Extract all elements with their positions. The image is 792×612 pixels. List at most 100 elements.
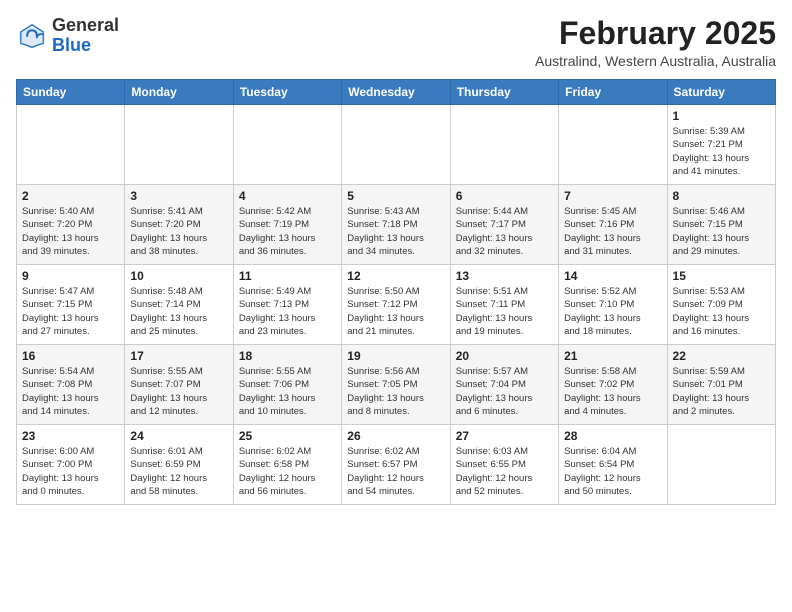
day-info: Sunrise: 5:43 AM Sunset: 7:18 PM Dayligh… bbox=[347, 205, 444, 258]
day-info: Sunrise: 5:57 AM Sunset: 7:04 PM Dayligh… bbox=[456, 365, 553, 418]
title-block: February 2025 Australind, Western Austra… bbox=[535, 16, 776, 69]
weekday-header-tuesday: Tuesday bbox=[233, 80, 341, 105]
day-cell: 26 Sunrise: 6:02 AM Sunset: 6:57 PM Dayli… bbox=[342, 425, 450, 505]
day-number: 1 bbox=[673, 109, 770, 123]
day-number: 2 bbox=[22, 189, 119, 203]
day-number: 11 bbox=[239, 269, 336, 283]
day-cell: 28 Sunrise: 6:04 AM Sunset: 6:54 PM Dayli… bbox=[559, 425, 667, 505]
week-row-5: 23 Sunrise: 6:00 AM Sunset: 7:00 PM Dayli… bbox=[17, 425, 776, 505]
day-number: 7 bbox=[564, 189, 661, 203]
day-cell: 22Sunrise: 5:59 AM Sunset: 7:01 PM Dayli… bbox=[667, 345, 775, 425]
day-info: Sunrise: 5:55 AM Sunset: 7:06 PM Dayligh… bbox=[239, 365, 336, 418]
day-cell: 11 Sunrise: 5:49 AM Sunset: 7:13 PM Dayli… bbox=[233, 265, 341, 345]
day-info: Sunrise: 5:44 AM Sunset: 7:17 PM Dayligh… bbox=[456, 205, 553, 258]
day-cell: 13 Sunrise: 5:51 AM Sunset: 7:11 PM Dayli… bbox=[450, 265, 558, 345]
day-cell bbox=[17, 105, 125, 185]
page: General Blue February 2025 Australind, W… bbox=[0, 0, 792, 513]
day-cell: 15Sunrise: 5:53 AM Sunset: 7:09 PM Dayli… bbox=[667, 265, 775, 345]
weekday-header-thursday: Thursday bbox=[450, 80, 558, 105]
day-info: Sunrise: 5:53 AM Sunset: 7:09 PM Dayligh… bbox=[673, 285, 770, 338]
day-number: 27 bbox=[456, 429, 553, 443]
day-cell: 5 Sunrise: 5:43 AM Sunset: 7:18 PM Daylig… bbox=[342, 185, 450, 265]
day-info: Sunrise: 5:55 AM Sunset: 7:07 PM Dayligh… bbox=[130, 365, 227, 418]
day-number: 18 bbox=[239, 349, 336, 363]
day-cell: 7 Sunrise: 5:45 AM Sunset: 7:16 PM Daylig… bbox=[559, 185, 667, 265]
day-info: Sunrise: 6:02 AM Sunset: 6:57 PM Dayligh… bbox=[347, 445, 444, 498]
day-number: 28 bbox=[564, 429, 661, 443]
week-row-4: 16Sunrise: 5:54 AM Sunset: 7:08 PM Dayli… bbox=[17, 345, 776, 425]
day-number: 20 bbox=[456, 349, 553, 363]
day-number: 6 bbox=[456, 189, 553, 203]
day-number: 26 bbox=[347, 429, 444, 443]
weekday-header-friday: Friday bbox=[559, 80, 667, 105]
day-cell bbox=[342, 105, 450, 185]
day-info: Sunrise: 5:42 AM Sunset: 7:19 PM Dayligh… bbox=[239, 205, 336, 258]
day-number: 17 bbox=[130, 349, 227, 363]
day-cell bbox=[233, 105, 341, 185]
weekday-header-saturday: Saturday bbox=[667, 80, 775, 105]
day-cell: 2 Sunrise: 5:40 AM Sunset: 7:20 PM Daylig… bbox=[17, 185, 125, 265]
day-info: Sunrise: 5:39 AM Sunset: 7:21 PM Dayligh… bbox=[673, 125, 770, 178]
day-number: 8 bbox=[673, 189, 770, 203]
logo-icon bbox=[16, 20, 48, 52]
day-cell: 9Sunrise: 5:47 AM Sunset: 7:15 PM Daylig… bbox=[17, 265, 125, 345]
day-info: Sunrise: 5:47 AM Sunset: 7:15 PM Dayligh… bbox=[22, 285, 119, 338]
logo: General Blue bbox=[16, 16, 119, 56]
day-number: 25 bbox=[239, 429, 336, 443]
day-cell: 23 Sunrise: 6:00 AM Sunset: 7:00 PM Dayli… bbox=[17, 425, 125, 505]
day-info: Sunrise: 6:01 AM Sunset: 6:59 PM Dayligh… bbox=[130, 445, 227, 498]
day-info: Sunrise: 5:40 AM Sunset: 7:20 PM Dayligh… bbox=[22, 205, 119, 258]
weekday-header-monday: Monday bbox=[125, 80, 233, 105]
day-cell bbox=[450, 105, 558, 185]
header: General Blue February 2025 Australind, W… bbox=[16, 16, 776, 69]
day-cell bbox=[125, 105, 233, 185]
day-cell: 10Sunrise: 5:48 AM Sunset: 7:14 PM Dayli… bbox=[125, 265, 233, 345]
location: Australind, Western Australia, Australia bbox=[535, 53, 776, 69]
day-number: 3 bbox=[130, 189, 227, 203]
day-cell: 6 Sunrise: 5:44 AM Sunset: 7:17 PM Daylig… bbox=[450, 185, 558, 265]
day-cell: 12 Sunrise: 5:50 AM Sunset: 7:12 PM Dayli… bbox=[342, 265, 450, 345]
day-cell: 17 Sunrise: 5:55 AM Sunset: 7:07 PM Dayli… bbox=[125, 345, 233, 425]
day-number: 19 bbox=[347, 349, 444, 363]
day-cell: 19 Sunrise: 5:56 AM Sunset: 7:05 PM Dayli… bbox=[342, 345, 450, 425]
day-cell: 1 Sunrise: 5:39 AM Sunset: 7:21 PM Daylig… bbox=[667, 105, 775, 185]
day-info: Sunrise: 6:04 AM Sunset: 6:54 PM Dayligh… bbox=[564, 445, 661, 498]
day-info: Sunrise: 5:58 AM Sunset: 7:02 PM Dayligh… bbox=[564, 365, 661, 418]
day-info: Sunrise: 5:51 AM Sunset: 7:11 PM Dayligh… bbox=[456, 285, 553, 338]
calendar: SundayMondayTuesdayWednesdayThursdayFrid… bbox=[16, 79, 776, 505]
day-cell: 3 Sunrise: 5:41 AM Sunset: 7:20 PM Daylig… bbox=[125, 185, 233, 265]
day-info: Sunrise: 5:50 AM Sunset: 7:12 PM Dayligh… bbox=[347, 285, 444, 338]
day-cell bbox=[667, 425, 775, 505]
logo-blue: Blue bbox=[52, 36, 119, 56]
day-info: Sunrise: 6:03 AM Sunset: 6:55 PM Dayligh… bbox=[456, 445, 553, 498]
day-cell: 14 Sunrise: 5:52 AM Sunset: 7:10 PM Dayli… bbox=[559, 265, 667, 345]
day-info: Sunrise: 5:56 AM Sunset: 7:05 PM Dayligh… bbox=[347, 365, 444, 418]
day-cell: 16Sunrise: 5:54 AM Sunset: 7:08 PM Dayli… bbox=[17, 345, 125, 425]
day-number: 13 bbox=[456, 269, 553, 283]
day-cell: 18 Sunrise: 5:55 AM Sunset: 7:06 PM Dayli… bbox=[233, 345, 341, 425]
day-cell: 21Sunrise: 5:58 AM Sunset: 7:02 PM Dayli… bbox=[559, 345, 667, 425]
day-info: Sunrise: 5:49 AM Sunset: 7:13 PM Dayligh… bbox=[239, 285, 336, 338]
day-info: Sunrise: 5:46 AM Sunset: 7:15 PM Dayligh… bbox=[673, 205, 770, 258]
weekday-header-row: SundayMondayTuesdayWednesdayThursdayFrid… bbox=[17, 80, 776, 105]
day-cell: 25Sunrise: 6:02 AM Sunset: 6:58 PM Dayli… bbox=[233, 425, 341, 505]
day-number: 5 bbox=[347, 189, 444, 203]
day-cell: 8 Sunrise: 5:46 AM Sunset: 7:15 PM Daylig… bbox=[667, 185, 775, 265]
day-number: 12 bbox=[347, 269, 444, 283]
day-info: Sunrise: 5:54 AM Sunset: 7:08 PM Dayligh… bbox=[22, 365, 119, 418]
day-info: Sunrise: 5:52 AM Sunset: 7:10 PM Dayligh… bbox=[564, 285, 661, 338]
day-info: Sunrise: 5:41 AM Sunset: 7:20 PM Dayligh… bbox=[130, 205, 227, 258]
day-number: 14 bbox=[564, 269, 661, 283]
day-cell bbox=[559, 105, 667, 185]
week-row-2: 2 Sunrise: 5:40 AM Sunset: 7:20 PM Daylig… bbox=[17, 185, 776, 265]
day-number: 23 bbox=[22, 429, 119, 443]
day-cell: 20 Sunrise: 5:57 AM Sunset: 7:04 PM Dayli… bbox=[450, 345, 558, 425]
month-title: February 2025 bbox=[535, 16, 776, 51]
day-info: Sunrise: 5:59 AM Sunset: 7:01 PM Dayligh… bbox=[673, 365, 770, 418]
day-number: 4 bbox=[239, 189, 336, 203]
day-info: Sunrise: 5:48 AM Sunset: 7:14 PM Dayligh… bbox=[130, 285, 227, 338]
day-info: Sunrise: 5:45 AM Sunset: 7:16 PM Dayligh… bbox=[564, 205, 661, 258]
weekday-header-wednesday: Wednesday bbox=[342, 80, 450, 105]
logo-general: General bbox=[52, 16, 119, 36]
day-info: Sunrise: 6:00 AM Sunset: 7:00 PM Dayligh… bbox=[22, 445, 119, 498]
